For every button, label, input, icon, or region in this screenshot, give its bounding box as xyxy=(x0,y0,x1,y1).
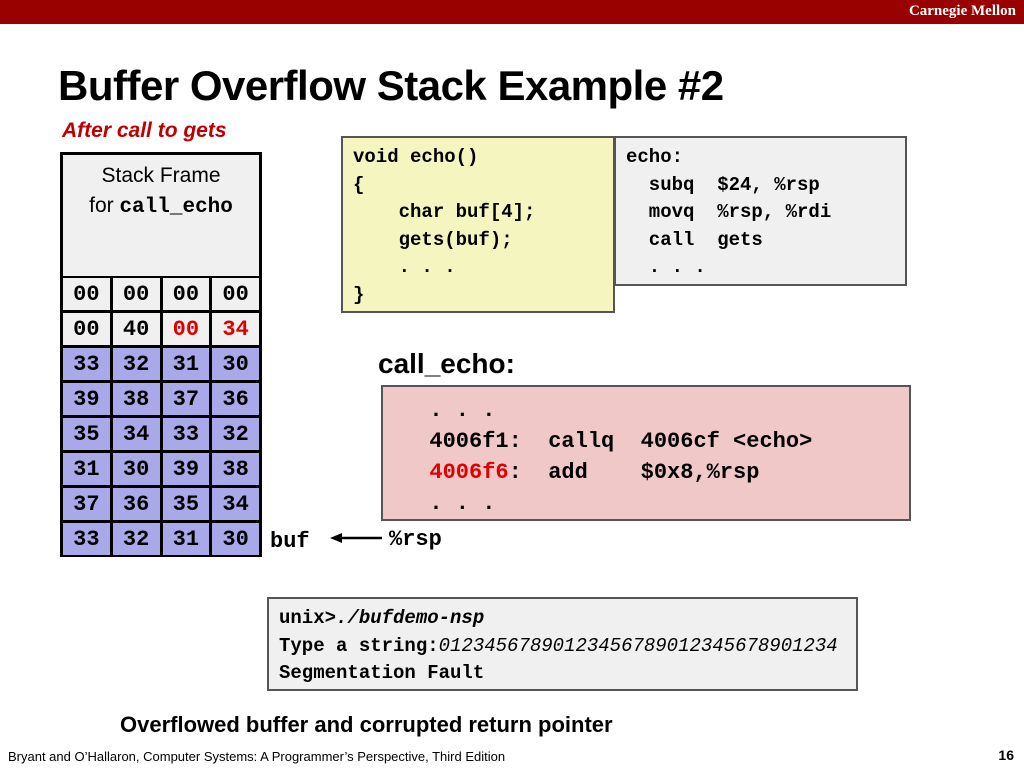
stack-byte: 30 xyxy=(210,346,262,382)
stack-row: 00 40 00 34 xyxy=(60,311,262,347)
stack-byte: 35 xyxy=(60,416,112,452)
frame-label-code: call_echo xyxy=(119,196,233,219)
stack-byte: 34 xyxy=(210,311,262,347)
stack-byte: 00 xyxy=(60,311,112,347)
rsp-label: %rsp xyxy=(389,527,442,552)
stack-byte: 36 xyxy=(210,381,262,417)
stack-byte: 31 xyxy=(160,346,212,382)
stack-byte: 39 xyxy=(160,451,212,487)
stack-byte: 31 xyxy=(160,521,212,557)
stack-row: 33 32 31 30 xyxy=(60,346,262,382)
c-code-box: void echo() { char buf[4]; gets(buf); . … xyxy=(341,136,615,313)
buf-label: buf xyxy=(270,529,310,554)
stack-byte: 35 xyxy=(160,486,212,522)
stack-byte: 32 xyxy=(110,346,162,382)
stack-byte: 33 xyxy=(160,416,212,452)
call-echo-label: call_echo: xyxy=(378,348,515,379)
page-title: Buffer Overflow Stack Example #2 xyxy=(58,62,724,109)
stack-byte: 32 xyxy=(110,521,162,557)
stack-byte: 40 xyxy=(110,311,162,347)
stack-byte: 34 xyxy=(110,416,162,452)
stack-byte: 38 xyxy=(110,381,162,417)
stack-row: 35 34 33 32 xyxy=(60,416,262,452)
arrow-left-icon xyxy=(330,533,382,543)
stack-row: 37 36 35 34 xyxy=(60,486,262,522)
stack-bytes: 00 00 00 00 00 40 00 34 33 32 31 30 39 38 37 36 35 34 33 32… xyxy=(60,276,262,557)
stack-byte: 38 xyxy=(210,451,262,487)
stack-byte: 37 xyxy=(160,381,212,417)
stack-byte: 30 xyxy=(110,451,162,487)
stack-row: 39 38 37 36 xyxy=(60,381,262,417)
stack-byte: 37 xyxy=(60,486,112,522)
top-bar xyxy=(0,0,1024,24)
stack-byte: 39 xyxy=(60,381,112,417)
stack-byte: 33 xyxy=(60,521,112,557)
stack-byte: 00 xyxy=(210,276,262,312)
echo-asm-box: echo: subq $24, %rsp movq %rsp, %rdi cal… xyxy=(614,136,907,286)
call-echo-asm-box: . . . 4006f1: callq 4006cf <echo> 4006f6… xyxy=(381,385,911,521)
page-number: 16 xyxy=(998,747,1014,763)
stack-byte: 31 xyxy=(60,451,112,487)
stack-byte: 00 xyxy=(160,311,212,347)
terminal-output: unix>./bufdemo-nsp Type a string:01234567… xyxy=(267,597,858,691)
stack-byte: 33 xyxy=(60,346,112,382)
stack-row: 33 32 31 30 xyxy=(60,521,262,557)
stack-byte: 34 xyxy=(210,486,262,522)
stack-byte: 00 xyxy=(110,276,162,312)
stack-row: 00 00 00 00 xyxy=(60,276,262,312)
stack-byte: 32 xyxy=(210,416,262,452)
stack-frame-call-echo: Stack Frame for call_echo xyxy=(60,152,262,280)
stack-byte: 00 xyxy=(60,276,112,312)
frame-label-prefix: for xyxy=(89,194,120,217)
frame-label: Stack Frame xyxy=(101,164,221,187)
subtitle: After call to gets xyxy=(62,119,227,142)
brand-label: Carnegie Mellon xyxy=(908,3,1016,19)
footer-citation: Bryant and O’Hallaron, Computer Systems:… xyxy=(8,749,506,764)
stack-row: 31 30 39 38 xyxy=(60,451,262,487)
caption: Overflowed buffer and corrupted return p… xyxy=(120,712,613,737)
stack-byte: 00 xyxy=(160,276,212,312)
stack-byte: 30 xyxy=(210,521,262,557)
return-address: 4006f6 xyxy=(403,460,509,485)
stack-byte: 36 xyxy=(110,486,162,522)
